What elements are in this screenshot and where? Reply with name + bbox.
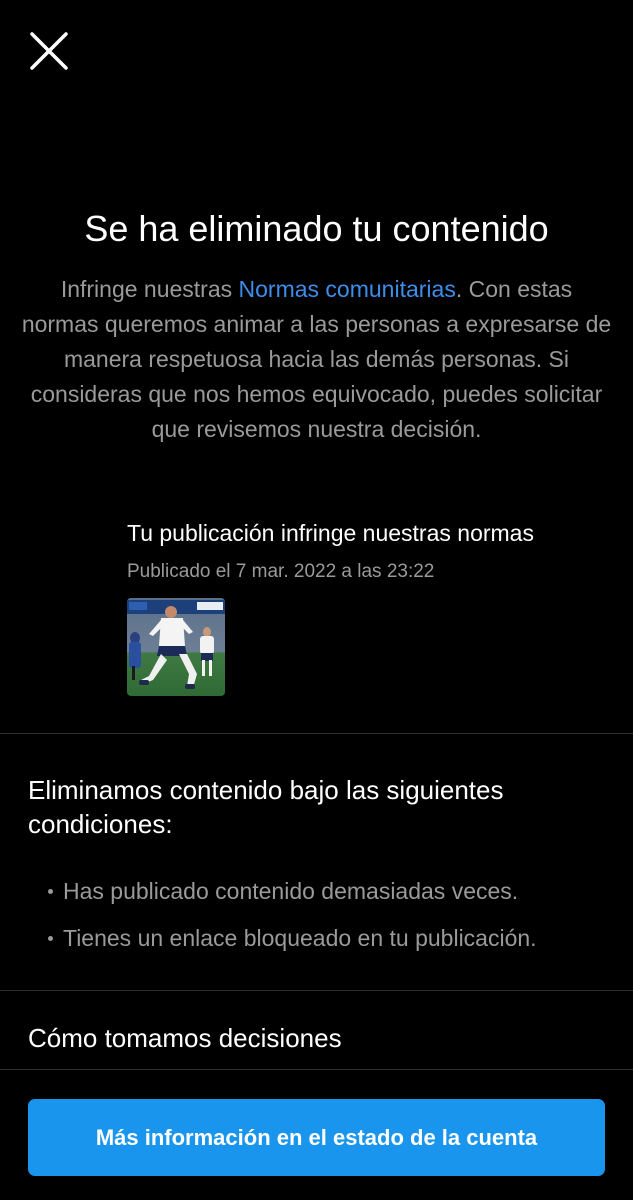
- removal-description: Infringe nuestras Normas comunitarias. C…: [20, 272, 613, 447]
- list-item: Tienes un enlace bloqueado en tu publica…: [48, 920, 537, 956]
- close-icon[interactable]: [26, 28, 72, 74]
- how-we-decide-link[interactable]: Cómo tomamos decisiones: [28, 1020, 342, 1056]
- community-guidelines-link[interactable]: Normas comunitarias: [239, 276, 456, 302]
- removed-post-card: Tu publicación infringe nuestras normas …: [127, 517, 607, 696]
- conditions-heading: Eliminamos contenido bajo las siguientes…: [28, 775, 504, 839]
- page-title: Se ha eliminado tu contenido: [84, 208, 549, 249]
- conditions-list: Has publicado contenido demasiadas veces…: [48, 873, 537, 967]
- section-divider: [0, 733, 633, 734]
- section-divider: [0, 990, 633, 991]
- account-status-button[interactable]: Más información en el estado de la cuent…: [28, 1099, 605, 1176]
- list-item: Has publicado contenido demasiadas veces…: [48, 873, 537, 909]
- post-violation-title: Tu publicación infringe nuestras normas: [127, 520, 534, 546]
- condition-text: Has publicado contenido demasiadas veces…: [63, 878, 519, 904]
- condition-text: Tienes un enlace bloqueado en tu publica…: [63, 925, 537, 951]
- post-date: Publicado el 7 mar. 2022 a las 23:22: [127, 561, 435, 582]
- section-divider: [0, 1069, 633, 1070]
- bullet-icon: [48, 935, 53, 941]
- description-text-start: Infringe nuestras: [60, 276, 239, 302]
- bullet-icon: [48, 888, 53, 894]
- post-thumbnail-image[interactable]: [127, 598, 225, 696]
